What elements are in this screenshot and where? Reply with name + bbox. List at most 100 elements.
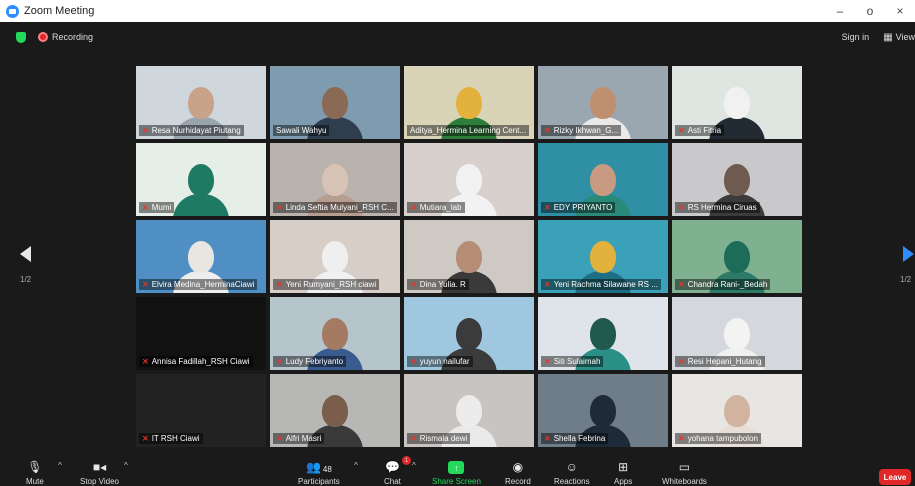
muted-microphone-icon: ⨯ [410,280,417,289]
participant-tile[interactable]: ⨯ Chandra Rani-_Bedah [672,220,802,293]
participant-name: RS Hermina Ciruas [687,203,757,212]
participant-name: Siti Sulaimah [553,357,601,366]
record-circle-icon: ◉ [512,460,524,474]
window-titlebar: Zoom Meeting – o × [0,0,915,22]
smiley-plus-icon: ☺ [565,460,578,474]
participant-tile[interactable]: ⨯ Yeni Rachma Silawane RS ... [538,220,668,293]
participant-nameplate: ⨯ Siti Sulaimah [541,356,604,367]
whiteboard-icon: ▭ [678,460,691,474]
participant-tile[interactable]: ⨯ Annisa Fadillah_RSH Ciawi [136,297,266,370]
participant-tile[interactable]: ⨯ Rizky Ikhwan_G... [538,66,668,139]
participant-name: Dina Yulia. R [419,280,466,289]
video-options-caret-icon[interactable]: ^ [124,461,128,470]
participant-name: Yeni Rumyani_RSH ciawi [285,280,377,289]
muted-microphone-icon: ⨯ [142,434,149,443]
participant-name: Mutiara_lab [419,203,462,212]
reactions-button[interactable]: ☺ Reactions [554,458,590,486]
muted-microphone-icon: ⨯ [142,357,149,366]
recording-label: Recording [52,32,94,42]
restore-button[interactable]: o [855,4,885,18]
participant-nameplate: ⨯ Rismala dewi [407,433,471,444]
participant-name: Resa Nurhidayat Piutang [151,126,241,135]
participant-tile[interactable]: ⨯ Alfri Masri [270,374,400,447]
previous-page-arrow-icon[interactable] [20,246,31,262]
participant-name: Aditya_Hermina Learning Cent... [410,126,527,135]
participant-tile[interactable]: ⨯ Ludy Febriyanto [270,297,400,370]
chat-caret-icon[interactable]: ^ [412,461,416,470]
reactions-label: Reactions [554,477,590,486]
participant-name: Chandra Rani-_Bedah [687,280,768,289]
muted-microphone-icon: ⨯ [544,126,551,135]
page-indicator-left: 1/2 [20,275,32,284]
whiteboards-label: Whiteboards [662,477,707,486]
audio-options-caret-icon[interactable]: ^ [58,461,62,470]
participant-nameplate: Sawali Wahyu [273,125,330,136]
participant-tile[interactable]: ⨯ Shella Febrina [538,374,668,447]
participant-nameplate: ⨯ Mumi [139,202,175,213]
muted-microphone-icon: ⨯ [678,126,685,135]
participant-name: yuyun nailufar [419,357,470,366]
participant-nameplate: ⨯ Ludy Febriyanto [273,356,347,367]
participant-nameplate: ⨯ Elvira Medina_HerminaCiawi [139,279,258,290]
participant-tile[interactable]: ⨯ Siti Sulaimah [538,297,668,370]
mute-label: Mute [26,477,44,486]
muted-microphone-icon: ⨯ [678,280,685,289]
next-page-arrow-icon[interactable] [903,246,914,262]
participant-nameplate: ⨯ Yeni Rachma Silawane RS ... [541,279,661,290]
participant-tile[interactable]: ⨯ Resa Nurhidayat Piutang [136,66,266,139]
view-label: View [895,32,915,42]
page-indicator-right: 1/2 [900,275,912,284]
chat-button[interactable]: 💬 1 Chat [384,456,411,486]
participant-tile[interactable]: ⨯ EDY PRIYANTO [538,143,668,216]
record-button[interactable]: ◉ Record [505,458,531,486]
participant-nameplate: ⨯ Annisa Fadillah_RSH Ciawi [139,356,253,367]
participant-nameplate: ⨯ yuyun nailufar [407,356,473,367]
participant-tile[interactable]: ⨯ Yeni Rumyani_RSH ciawi [270,220,400,293]
leave-button[interactable]: Leave [879,469,911,485]
participant-tile[interactable]: Sawali Wahyu [270,66,400,139]
participant-tile[interactable]: ⨯ RS Hermina Ciruas [672,143,802,216]
participant-tile[interactable]: ⨯ IT RSH Ciawi [136,374,266,447]
participant-tile[interactable]: ⨯ Asti Fitria [672,66,802,139]
participant-nameplate: ⨯ Resa Nurhidayat Piutang [139,125,244,136]
view-button[interactable]: ▦ View [883,32,915,43]
participant-nameplate: ⨯ Shella Febrina [541,433,609,444]
participant-tile[interactable]: ⨯ Mumi [136,143,266,216]
share-screen-button[interactable]: ↑ Share Screen [432,458,481,486]
participant-nameplate: ⨯ RS Hermina Ciruas [675,202,760,213]
muted-microphone-icon: ⨯ [142,126,149,135]
muted-microphone-icon: ⨯ [276,280,283,289]
participant-tile[interactable]: ⨯ Resi Hepani_Hutang [672,297,802,370]
participants-label: Participants [298,477,340,486]
participant-nameplate: ⨯ Mutiara_lab [407,202,465,213]
participant-tile[interactable]: ⨯ Linda Seftia Mulyani_RSH C... [270,143,400,216]
whiteboards-button[interactable]: ▭ Whiteboards [662,458,707,486]
participants-icon: 👥 [305,460,321,474]
participant-nameplate: ⨯ EDY PRIYANTO [541,202,616,213]
muted-microphone-icon: ⨯ [544,434,551,443]
muted-microphone-icon: ⨯ [544,203,551,212]
participants-button[interactable]: 👥 48 Participants [298,458,340,486]
recording-icon [38,32,48,42]
participant-name: Ludy Febriyanto [285,357,344,366]
participant-tile[interactable]: ⨯ Elvira Medina_HerminaCiawi [136,220,266,293]
participants-caret-icon[interactable]: ^ [354,461,358,470]
stop-video-button[interactable]: ■◂ Stop Video [80,458,119,486]
participant-tile[interactable]: ⨯ yuyun nailufar [404,297,534,370]
minimize-button[interactable]: – [825,4,855,18]
muted-microphone-icon: ⨯ [410,357,417,366]
participant-tile[interactable]: Aditya_Hermina Learning Cent... [404,66,534,139]
security-shield-icon[interactable] [16,31,26,43]
participant-tile[interactable]: ⨯ Rismala dewi [404,374,534,447]
mute-button[interactable]: 🎙 Mute [26,458,44,486]
apps-label: Apps [614,477,633,486]
close-button[interactable]: × [885,4,915,18]
participant-name: Mumi [151,203,172,212]
sign-in-button[interactable]: Sign in [842,32,870,42]
participant-tile[interactable]: ⨯ Dina Yulia. R [404,220,534,293]
meeting-topbar: Recording Sign in ▦ View [0,22,915,52]
apps-button[interactable]: ⊞ Apps [614,458,632,486]
muted-microphone-icon: ⨯ [678,434,685,443]
participant-tile[interactable]: ⨯ yohana tampubolon [672,374,802,447]
participant-tile[interactable]: ⨯ Mutiara_lab [404,143,534,216]
